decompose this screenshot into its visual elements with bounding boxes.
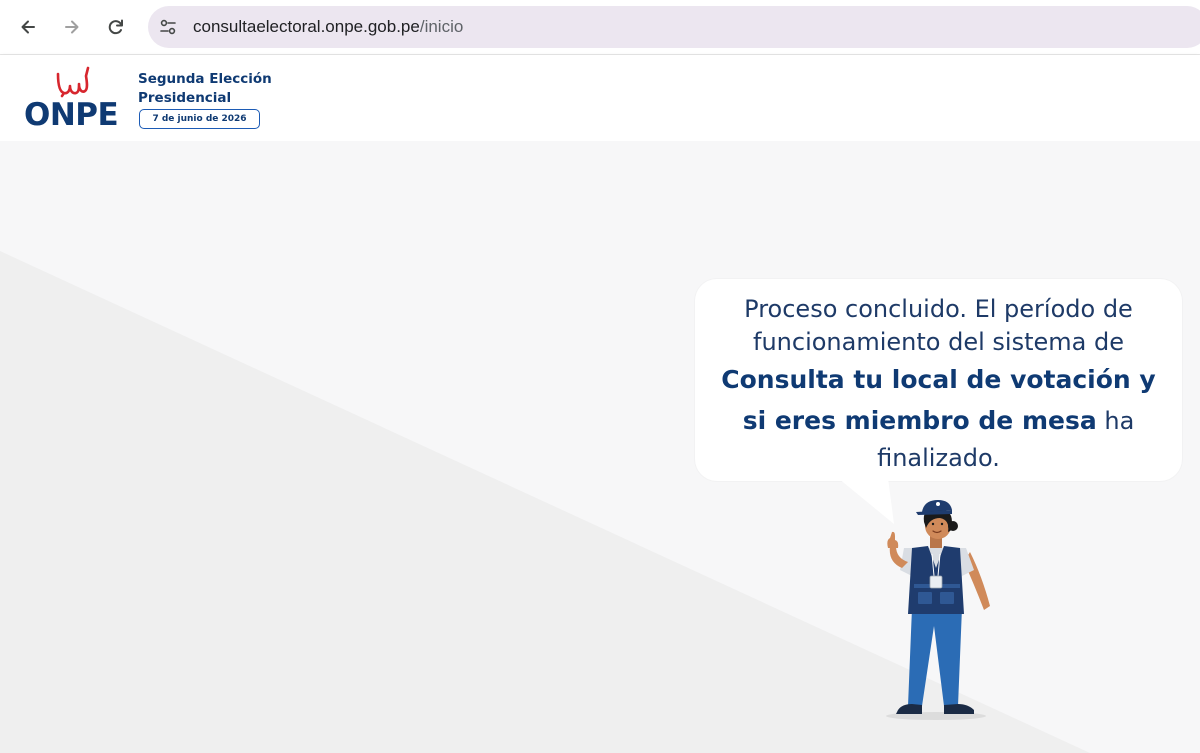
onpe-hand-logo-icon xyxy=(56,66,90,98)
reload-button[interactable] xyxy=(99,10,133,44)
closure-message: Proceso concluido. El período de funcion… xyxy=(695,293,1182,475)
browser-toolbar: consultaelectoral.onpe.gob.pe/inicio xyxy=(0,0,1200,55)
back-arrow-icon xyxy=(21,20,35,34)
message-line4-rest: ha xyxy=(1096,407,1135,435)
event-title-line2: Presidencial xyxy=(138,90,232,106)
poll-worker-illustration xyxy=(886,500,990,720)
message-line2: funcionamiento del sistema de xyxy=(753,328,1124,356)
message-line5: finalizado. xyxy=(877,444,1000,472)
site-settings-icon[interactable] xyxy=(158,17,178,37)
url-path: /inicio xyxy=(419,17,464,36)
forward-button[interactable] xyxy=(55,10,89,44)
url-text[interactable]: consultaelectoral.onpe.gob.pe/inicio xyxy=(193,17,463,37)
message-line3-bold: Consulta tu local de votación y xyxy=(721,365,1156,394)
message-line1: Proceso concluido. El período de xyxy=(744,295,1133,323)
forward-arrow-icon xyxy=(65,20,79,34)
url-domain: consultaelectoral.onpe.gob.pe xyxy=(193,17,420,36)
message-line4-bold: si eres miembro de mesa xyxy=(742,406,1097,435)
message-bubble: Proceso concluido. El período de funcion… xyxy=(695,279,1182,481)
reload-icon xyxy=(108,19,123,35)
event-date-badge: 7 de junio de 2026 xyxy=(139,109,260,129)
event-title-line1: Segunda Elección xyxy=(138,71,272,87)
back-button[interactable] xyxy=(11,10,45,44)
address-bar[interactable]: consultaelectoral.onpe.gob.pe/inicio xyxy=(148,6,1200,48)
site-header: ONPE Segunda Elección Presidencial 7 de … xyxy=(0,55,1200,141)
onpe-logo-text[interactable]: ONPE xyxy=(24,97,119,133)
